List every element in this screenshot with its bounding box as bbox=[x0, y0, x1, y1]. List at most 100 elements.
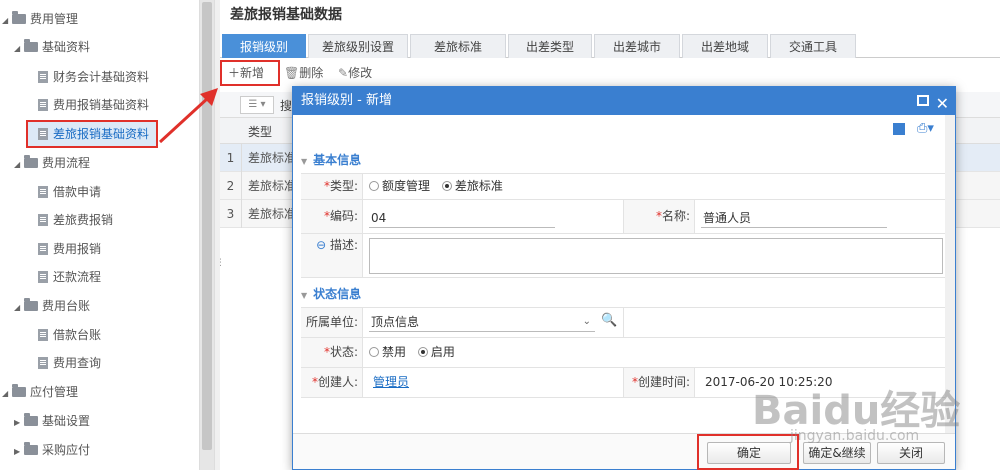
tree-label: 基础资料 bbox=[42, 40, 91, 54]
tree-item-expense-query[interactable]: 费用查询 bbox=[38, 352, 101, 374]
close-icon[interactable]: ✕ bbox=[936, 90, 949, 118]
tab-travel-level-settings[interactable]: 差旅级别设置 bbox=[308, 34, 408, 58]
baidu-watermark-url: jingyan.baidu.com bbox=[790, 428, 920, 444]
divider bbox=[623, 308, 624, 337]
document-icon bbox=[38, 128, 48, 140]
caret-down-icon[interactable]: ◢ bbox=[2, 10, 12, 32]
caret-right-icon[interactable]: ▶ bbox=[14, 412, 24, 434]
radio-quota[interactable] bbox=[369, 181, 379, 191]
add-button[interactable]: ＋新增 bbox=[220, 60, 280, 86]
row-number: 3 bbox=[220, 200, 242, 228]
tree-label: 费用查询 bbox=[53, 356, 102, 370]
dialog-title-bar[interactable]: 报销级别 - 新增 ✕ bbox=[293, 87, 955, 115]
tab-transport[interactable]: 交通工具 bbox=[770, 34, 856, 58]
folder-icon bbox=[12, 384, 26, 397]
creator-link[interactable]: 管理员 bbox=[373, 368, 409, 397]
collapse-grip-icon[interactable]: ⋮ bbox=[216, 258, 225, 272]
form-row-unit: 所属单位: 顶点信息 ⌄ 🔍 bbox=[301, 308, 945, 338]
edit-icon: ✎ bbox=[338, 66, 349, 80]
basic-info-form: *类型: 额度管理 差旅标准 *编码: 04 *名称: 普通人员 ⊖ 描述: bbox=[301, 173, 945, 303]
tree-label: 差旅报销基础资料 bbox=[53, 127, 150, 141]
column-type-header[interactable]: 类型 bbox=[248, 123, 272, 140]
folder-icon bbox=[12, 11, 26, 24]
tree-item-finance-accounting[interactable]: 财务会计基础资料 bbox=[38, 66, 149, 88]
creator-label: *创建人: bbox=[301, 368, 363, 397]
search-icon[interactable]: 🔍 bbox=[601, 313, 617, 328]
tree-node-expense-ledger[interactable]: ◢ 费用台账 bbox=[14, 295, 90, 317]
tree-label: 财务会计基础资料 bbox=[53, 70, 150, 84]
tree-node-expense-management[interactable]: ◢ 费用管理 bbox=[2, 8, 78, 30]
section-title: 状态信息 bbox=[313, 287, 362, 301]
caret-down-icon[interactable]: ◢ bbox=[14, 154, 24, 176]
chevron-down-icon[interactable]: ⌄ bbox=[583, 312, 591, 332]
collapse-caret-icon[interactable]: ▼ bbox=[301, 285, 307, 307]
description-textarea[interactable] bbox=[369, 238, 943, 274]
document-icon bbox=[38, 329, 48, 341]
sidebar-scrollbar[interactable] bbox=[200, 0, 214, 470]
name-input[interactable]: 普通人员 bbox=[701, 208, 887, 228]
tree-item-loan-ledger[interactable]: 借款台账 bbox=[38, 324, 101, 346]
tree-item-travel-reimbursement-basic[interactable]: 差旅报销基础资料 bbox=[38, 123, 149, 145]
radio-enabled[interactable] bbox=[417, 347, 428, 357]
caret-down-icon[interactable]: ◢ bbox=[14, 38, 24, 60]
tree-label: 费用管理 bbox=[30, 12, 79, 26]
tree-item-expense-reimbursement-basic[interactable]: 费用报销基础资料 bbox=[38, 94, 149, 116]
unit-select[interactable]: 顶点信息 ⌄ bbox=[369, 312, 595, 332]
row-type-cell: 差旅标准 bbox=[248, 179, 297, 193]
tree-node-basic-settings[interactable]: ▶ 基础设置 bbox=[14, 410, 90, 432]
section-status-info[interactable]: ▼ 状态信息 bbox=[301, 283, 361, 305]
column-menu-button[interactable]: ☰ ▾ bbox=[240, 96, 274, 114]
tree-label: 应付管理 bbox=[30, 385, 79, 399]
radio-travel-standard[interactable] bbox=[441, 181, 452, 191]
tree-item-expense-reimbursement[interactable]: 费用报销 bbox=[38, 238, 101, 260]
form-row-state: *状态: 禁用 启用 bbox=[301, 338, 945, 368]
delete-button[interactable]: 🗑删除 bbox=[284, 60, 323, 86]
tree-label: 借款台账 bbox=[53, 328, 102, 342]
radio-disabled[interactable] bbox=[369, 347, 379, 357]
tree-item-repayment-process[interactable]: 还款流程 bbox=[38, 266, 101, 288]
form-row-code-name: *编码: 04 *名称: 普通人员 bbox=[301, 200, 945, 234]
tree-node-purchase-payables[interactable]: ▶ 采购应付 bbox=[14, 439, 90, 461]
radio-disabled-label[interactable]: 禁用 bbox=[382, 345, 406, 359]
tree-label: 采购应付 bbox=[42, 443, 91, 457]
tree-item-travel-expense[interactable]: 差旅费报销 bbox=[38, 209, 113, 231]
radio-enabled-label[interactable]: 启用 bbox=[431, 345, 455, 359]
tab-trip-type[interactable]: 出差类型 bbox=[508, 34, 592, 58]
tab-trip-region[interactable]: 出差地域 bbox=[682, 34, 768, 58]
edit-button[interactable]: ✎修改 bbox=[338, 60, 372, 86]
code-input[interactable]: 04 bbox=[369, 208, 555, 228]
document-icon bbox=[38, 186, 48, 198]
printer-icon[interactable]: ⎙▾ bbox=[917, 121, 934, 136]
search-label: 搜 bbox=[280, 99, 293, 113]
caret-right-icon[interactable]: ▶ bbox=[14, 441, 24, 463]
tab-trip-city[interactable]: 出差城市 bbox=[594, 34, 680, 58]
row-number: 1 bbox=[220, 144, 242, 172]
scrollbar-thumb[interactable] bbox=[202, 2, 212, 450]
row-type-cell: 差旅标准 bbox=[248, 207, 297, 221]
tree-label: 借款申请 bbox=[53, 185, 102, 199]
radio-quota-label[interactable]: 额度管理 bbox=[382, 179, 430, 193]
tab-reimbursement-level[interactable]: 报销级别 bbox=[222, 34, 306, 58]
delete-label: 删除 bbox=[299, 66, 324, 80]
edit-label: 修改 bbox=[348, 66, 373, 80]
type-radio-group: 额度管理 差旅标准 bbox=[369, 174, 503, 199]
state-label: *状态: bbox=[301, 338, 363, 367]
section-basic-info[interactable]: ▼ 基本信息 bbox=[301, 149, 361, 171]
document-icon bbox=[38, 214, 48, 226]
trash-icon: 🗑 bbox=[284, 66, 300, 80]
collapse-caret-icon[interactable]: ▼ bbox=[301, 151, 307, 173]
form-row-description: ⊖ 描述: bbox=[301, 234, 945, 278]
maximize-icon[interactable] bbox=[917, 95, 929, 106]
row-type-cell: 差旅标准 bbox=[248, 151, 297, 165]
tree-item-loan-application[interactable]: 借款申请 bbox=[38, 181, 101, 203]
radio-travel-standard-label[interactable]: 差旅标准 bbox=[455, 179, 503, 193]
caret-down-icon[interactable]: ◢ bbox=[14, 297, 24, 319]
tree-node-payables-management[interactable]: ◢ 应付管理 bbox=[2, 381, 78, 403]
code-label: *编码: bbox=[301, 200, 363, 233]
caret-down-icon[interactable]: ◢ bbox=[2, 383, 12, 405]
tree-node-expense-process[interactable]: ◢ 费用流程 bbox=[14, 152, 90, 174]
tree-node-basic-data[interactable]: ◢ 基础资料 bbox=[14, 36, 90, 58]
tab-travel-standard[interactable]: 差旅标准 bbox=[410, 34, 506, 58]
save-icon[interactable] bbox=[893, 123, 905, 135]
dialog-title: 报销级别 - 新增 bbox=[301, 93, 392, 108]
